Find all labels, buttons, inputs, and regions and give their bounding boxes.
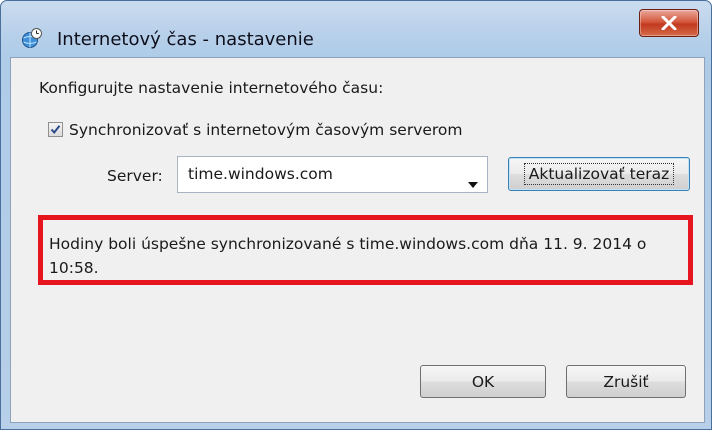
- clock-globe-icon: [21, 27, 43, 49]
- sync-checkbox-label[interactable]: Synchronizovať s internetovým časovým se…: [69, 121, 463, 139]
- sync-checkbox[interactable]: [48, 122, 63, 137]
- ok-button[interactable]: OK: [420, 365, 546, 398]
- title-bar[interactable]: Internetový čas - nastavenie: [1, 1, 711, 57]
- server-select[interactable]: time.windows.com: [177, 156, 488, 193]
- close-button[interactable]: [639, 9, 699, 37]
- update-now-label: Aktualizovať teraz: [523, 163, 675, 185]
- dialog-window: Internetový čas - nastavenie Konfigurujt…: [0, 0, 712, 430]
- dialog-heading: Konfigurujte nastavenie internetového ča…: [39, 79, 384, 97]
- status-highlight-box: Hodiny boli úspešne synchronizované s ti…: [38, 215, 693, 285]
- chevron-down-icon[interactable]: [468, 173, 478, 192]
- cancel-button[interactable]: Zrušiť: [566, 365, 686, 398]
- server-value[interactable]: time.windows.com: [188, 165, 333, 183]
- sync-status-message: Hodiny boli úspešne synchronizované s ti…: [49, 235, 647, 277]
- server-label: Server:: [107, 167, 163, 185]
- update-now-button[interactable]: Aktualizovať teraz: [508, 157, 690, 191]
- window-title: Internetový čas - nastavenie: [57, 29, 314, 50]
